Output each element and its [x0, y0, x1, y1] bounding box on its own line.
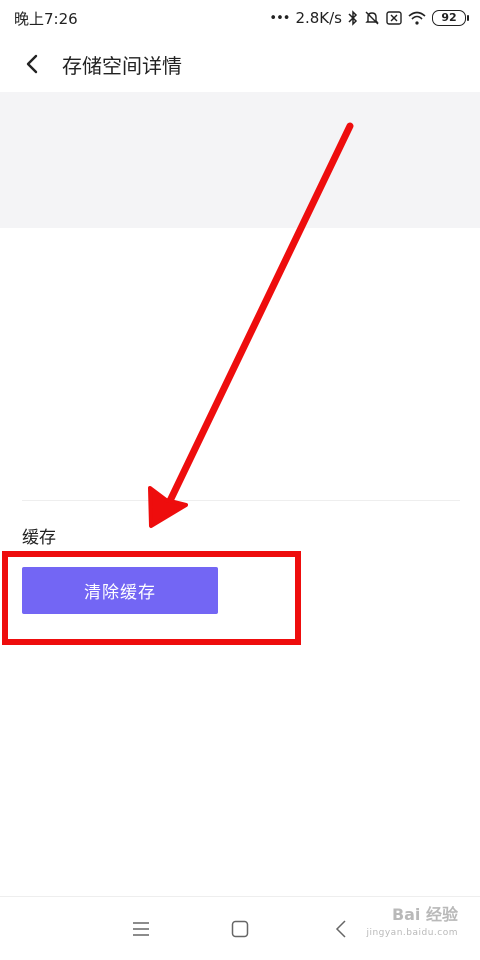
home-icon — [231, 920, 249, 938]
page-title: 存储空间详情 — [62, 53, 182, 78]
network-speed: 2.8K/s — [295, 9, 342, 27]
chevron-left-icon — [26, 54, 38, 74]
menu-button[interactable] — [127, 915, 155, 943]
status-time: 晚上7:26 — [14, 9, 78, 28]
mute-icon — [364, 10, 380, 26]
status-dots: ••• — [269, 10, 290, 26]
menu-icon — [133, 922, 149, 936]
watermark-brand: Bai 经验 — [391, 905, 458, 924]
nav-back-button[interactable] — [327, 915, 355, 943]
home-button[interactable] — [226, 915, 254, 943]
header: 存储空间详情 — [0, 36, 480, 92]
storage-banner — [0, 92, 480, 228]
annotation-highlight-box — [2, 551, 301, 645]
baidu-watermark: Bai 经验 jingyan.baidu.com — [366, 906, 458, 942]
wifi-icon — [408, 11, 426, 25]
status-icons: ••• 2.8K/s 92 — [269, 9, 469, 27]
cache-label: 缓存 — [22, 528, 56, 548]
sim-x-icon — [386, 11, 402, 25]
section-divider — [22, 500, 460, 501]
watermark-url: jingyan.baidu.com — [366, 928, 458, 938]
battery-icon: 92 — [432, 10, 469, 26]
bluetooth-icon — [348, 10, 358, 26]
back-icon — [335, 920, 346, 938]
back-button[interactable] — [0, 36, 64, 92]
screen: 晚上7:26 ••• 2.8K/s 92 存储空间详情 缓存 清除缓存 Bai … — [0, 0, 480, 960]
status-bar: 晚上7:26 ••• 2.8K/s 92 — [0, 0, 480, 36]
